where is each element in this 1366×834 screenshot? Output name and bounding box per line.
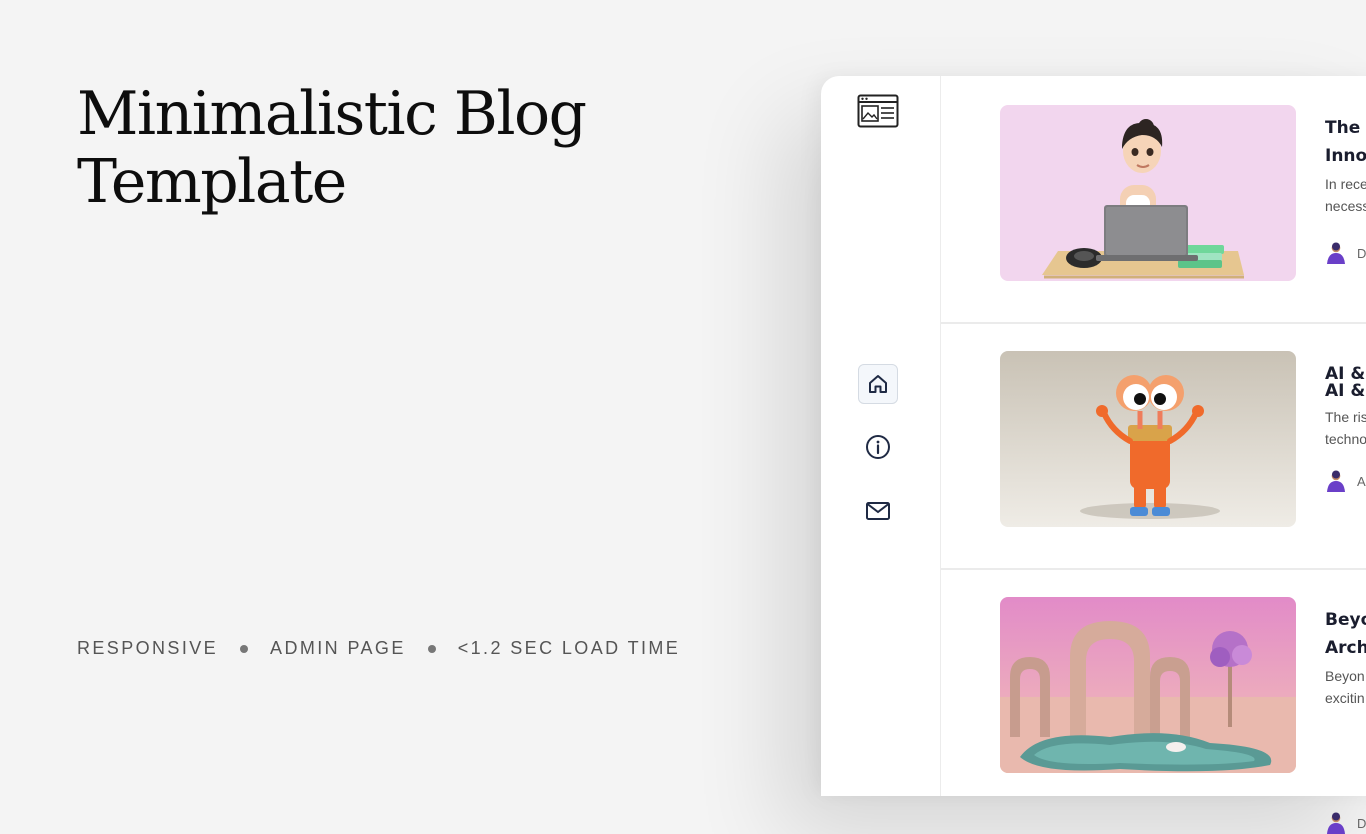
post-title-line: Innov — [1325, 146, 1366, 166]
post-2-text-block: AI & I The ris techno A — [1325, 377, 1366, 492]
post-excerpt-line: excitin — [1325, 690, 1365, 706]
bullet-separator — [240, 644, 249, 653]
post-title-line: Beyo — [1325, 610, 1366, 630]
page-title-line-2: Template — [77, 147, 347, 217]
feature-admin-page: ADMIN PAGE — [270, 638, 406, 658]
post-meta: D — [1325, 242, 1366, 264]
post-thumbnail[interactable] — [1000, 105, 1296, 281]
feature-responsive: RESPONSIVE — [77, 638, 219, 658]
post-title[interactable]: AI & I — [1325, 377, 1366, 405]
info-icon — [866, 435, 890, 459]
post-meta: D — [1325, 812, 1366, 834]
avatar — [1327, 242, 1345, 264]
blog-layout-icon[interactable] — [857, 94, 899, 128]
post-excerpt-line: The ris — [1325, 409, 1366, 425]
post-title-line: Arch — [1325, 638, 1366, 658]
page-title-line-1: Minimalistic Blog — [77, 79, 587, 149]
post-card[interactable]: The I Innov In rece necess D — [941, 76, 1366, 324]
post-thumbnail[interactable] — [1000, 351, 1296, 527]
post-author[interactable]: D — [1357, 246, 1366, 261]
feature-list: RESPONSIVE ADMIN PAGE <1.2 SEC LOAD TIME — [77, 638, 680, 659]
post-card[interactable]: AI & I — [941, 322, 1366, 570]
post-excerpt-line: In rece — [1325, 176, 1366, 192]
post-excerpt: Beyon excitin — [1325, 665, 1366, 709]
sidebar-item-about[interactable] — [858, 427, 898, 467]
sidebar-item-home[interactable] — [858, 364, 898, 404]
post-card[interactable]: Beyo Arch Beyon excitin D — [941, 568, 1366, 834]
sidebar — [821, 76, 941, 796]
feature-load-time: <1.2 SEC LOAD TIME — [457, 638, 681, 658]
post-excerpt-line: Beyon — [1325, 668, 1365, 684]
post-title[interactable]: The I Innov — [1325, 114, 1366, 170]
post-excerpt-line: techno — [1325, 431, 1366, 447]
post-title-line: The I — [1325, 118, 1366, 138]
post-excerpt-line: necess — [1325, 198, 1366, 214]
post-excerpt: In rece necess — [1325, 173, 1366, 217]
post-author[interactable]: A — [1357, 474, 1366, 489]
page-title: Minimalistic Blog Template — [77, 79, 587, 217]
home-icon — [869, 375, 887, 393]
post-meta: A — [1325, 470, 1366, 492]
mail-icon — [866, 502, 890, 520]
post-thumbnail[interactable] — [1000, 597, 1296, 773]
avatar — [1327, 470, 1345, 492]
sidebar-item-contact[interactable] — [858, 491, 898, 531]
post-author[interactable]: D — [1357, 816, 1366, 831]
post-title[interactable]: Beyo Arch — [1325, 606, 1366, 662]
blog-app-window: The I Innov In rece necess D — [821, 76, 1366, 834]
avatar — [1327, 812, 1345, 834]
bullet-separator — [427, 644, 436, 653]
